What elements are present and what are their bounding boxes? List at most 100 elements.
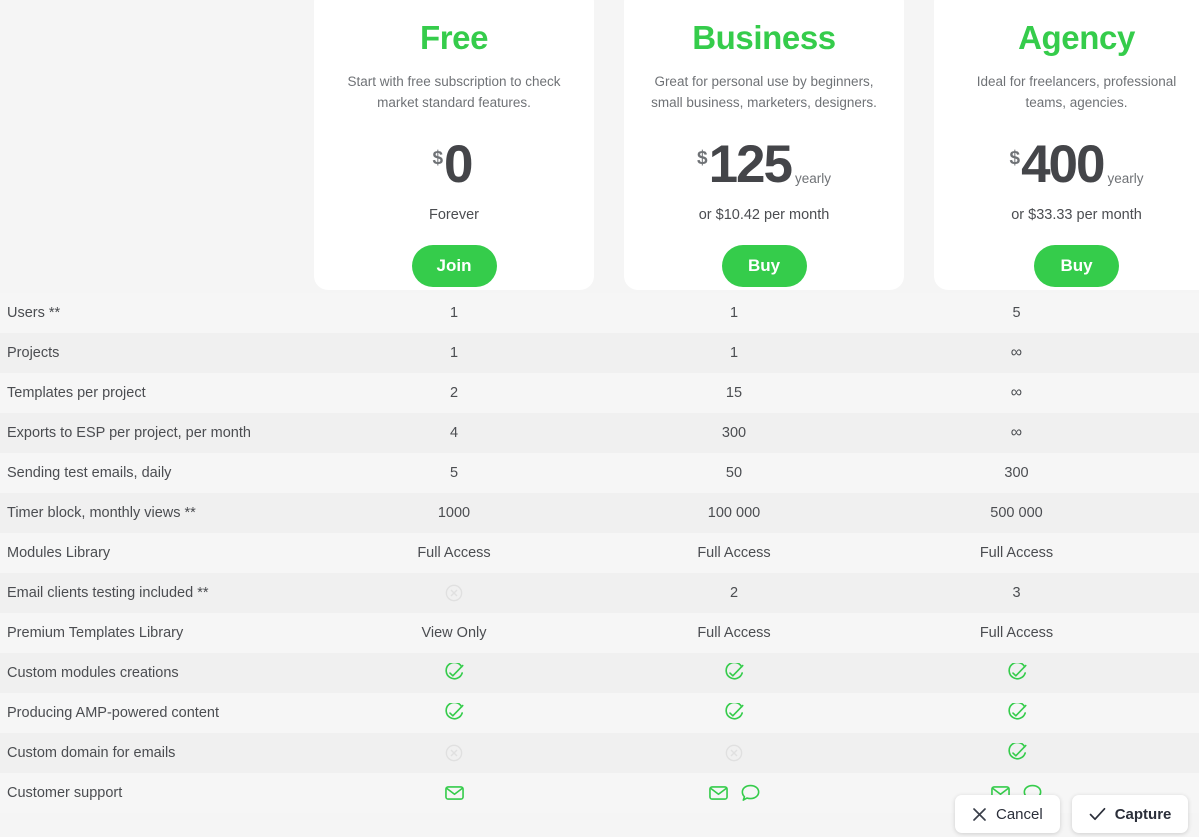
feature-label: Sending test emails, daily [7, 465, 172, 481]
feature-value: ∞ [1010, 344, 1023, 361]
feature-value: 5 [1012, 305, 1021, 321]
feature-cell-business [594, 701, 874, 723]
table-row: Templates per project 2 15 ∞ [0, 373, 1199, 413]
capture-overlay: Cancel Capture [955, 795, 1189, 833]
buy-button[interactable]: Buy [1034, 245, 1119, 288]
table-row: Users ** 1 1 5 [0, 293, 1199, 333]
check-circle-icon [444, 661, 464, 683]
feature-value: 15 [725, 385, 743, 401]
capture-label: Capture [1114, 805, 1172, 823]
feature-cell-agency: 500 000 [874, 505, 1159, 521]
feature-label: Premium Templates Library [7, 625, 184, 641]
feature-cell-business: 100 000 [594, 505, 874, 521]
table-row: Producing AMP-powered content [0, 693, 1199, 733]
feature-cell-free: 5 [314, 465, 594, 481]
join-button[interactable]: Join [411, 245, 497, 288]
feature-cell-business: Full Access [594, 625, 874, 641]
envelope-icon [708, 785, 728, 801]
capture-button[interactable]: Capture [1071, 795, 1189, 833]
check-circle-icon [724, 661, 744, 683]
feature-cell-business [594, 743, 874, 763]
pricing-card-free: Free Start with free subscription to che… [314, 0, 594, 290]
table-row: Exports to ESP per project, per month 4 30… [0, 413, 1199, 453]
feature-value: 300 [721, 425, 747, 441]
feature-value: ∞ [1010, 384, 1023, 401]
cancel-label: Cancel [996, 805, 1043, 823]
feature-label: Exports to ESP per project, per month [7, 425, 251, 441]
feature-value: Full Access [697, 625, 771, 641]
price-amount: 125 [708, 135, 793, 195]
feature-cell-agency: ∞ [874, 424, 1159, 442]
feature-cell-agency: ∞ [874, 344, 1159, 362]
feature-cell-business: 50 [594, 465, 874, 481]
price-note: or $33.33 per month [1011, 207, 1142, 224]
feature-label: Customer support [7, 785, 123, 801]
feature-cell-business [594, 661, 874, 683]
feature-cell-free [314, 583, 594, 603]
feature-cell-business: 1 [594, 345, 874, 361]
feature-cell-agency [874, 701, 1159, 723]
feature-label: Email clients testing included ** [7, 585, 209, 601]
feature-cell-agency: 3 [874, 585, 1159, 601]
price-note: or $10.42 per month [698, 207, 830, 224]
table-row: Modules Library Full Access Full Access Ful… [0, 533, 1199, 573]
plan-name: Free [419, 19, 489, 56]
feature-value: 100 000 [707, 505, 761, 521]
feature-cell-free [314, 661, 594, 683]
check-circle-icon [724, 701, 744, 723]
feature-cell-free [314, 785, 594, 801]
cross-circle-icon [724, 743, 744, 763]
feature-cell-free: 1000 [314, 505, 594, 521]
feature-cell-business: 300 [594, 425, 874, 441]
feature-cell-business [594, 784, 874, 802]
plan-description: Great for personal use by beginners, sma… [651, 74, 877, 111]
price-period: yearly [795, 171, 832, 187]
feature-cell-agency: 5 [874, 305, 1159, 321]
feature-value: 3 [1012, 585, 1021, 601]
feature-cell-business: 1 [594, 305, 874, 321]
price-note: Forever [429, 207, 479, 224]
cancel-button[interactable]: Cancel [955, 795, 1060, 833]
table-row: Custom modules creations [0, 653, 1199, 693]
table-row: Sending test emails, daily 5 50 300 [0, 453, 1199, 493]
table-row: Premium Templates Library View Only Full A… [0, 613, 1199, 653]
feature-label: Timer block, monthly views ** [7, 505, 196, 521]
feature-value: ∞ [1010, 424, 1023, 441]
price-amount: 400 [1021, 135, 1105, 195]
feature-label: Producing AMP-powered content [7, 705, 219, 721]
feature-cell-free: View Only [314, 625, 594, 641]
feature-comparison-table: Users ** 1 1 5 Projects 1 1 ∞ Templates per proj… [0, 293, 1199, 813]
feature-value: 50 [725, 465, 743, 481]
feature-label: Custom domain for emails [7, 745, 176, 761]
price-row: $ 125 yearly [642, 134, 886, 195]
feature-value: 1 [449, 305, 459, 321]
plan-name: Agency [1018, 19, 1135, 56]
feature-value: 1000 [437, 505, 471, 521]
feature-value: 500 000 [990, 505, 1043, 521]
buy-button[interactable]: Buy [721, 245, 807, 288]
feature-value: 1 [449, 345, 459, 361]
feature-value: Full Access [979, 625, 1054, 641]
price-amount: 0 [444, 135, 474, 195]
feature-cell-free [314, 701, 594, 723]
plan-description: Ideal for freelancers, professional team… [976, 74, 1177, 111]
feature-value: Full Access [979, 545, 1054, 561]
feature-cell-business: 15 [594, 385, 874, 401]
envelope-icon [444, 785, 464, 801]
feature-label: Users ** [7, 305, 61, 321]
pricing-card-agency: Agency Ideal for freelancers, profession… [934, 0, 1199, 290]
feature-label: Modules Library [7, 545, 111, 561]
table-row: Email clients testing included ** 2 3 [0, 573, 1199, 613]
feature-cell-agency [874, 661, 1159, 683]
feature-cell-agency [874, 741, 1159, 763]
pricing-cards: Free Start with free subscription to che… [0, 0, 1199, 290]
checkmark-icon [1089, 807, 1106, 822]
feature-label: Custom modules creations [7, 665, 179, 681]
currency-symbol: $ [696, 148, 708, 170]
feature-value: 4 [449, 425, 459, 441]
plan-description: Start with free subscription to check ma… [347, 74, 561, 111]
plan-name: Business [692, 19, 836, 56]
check-circle-icon [1007, 661, 1027, 683]
feature-cell-agency: Full Access [874, 545, 1159, 561]
feature-value: Full Access [417, 545, 491, 561]
